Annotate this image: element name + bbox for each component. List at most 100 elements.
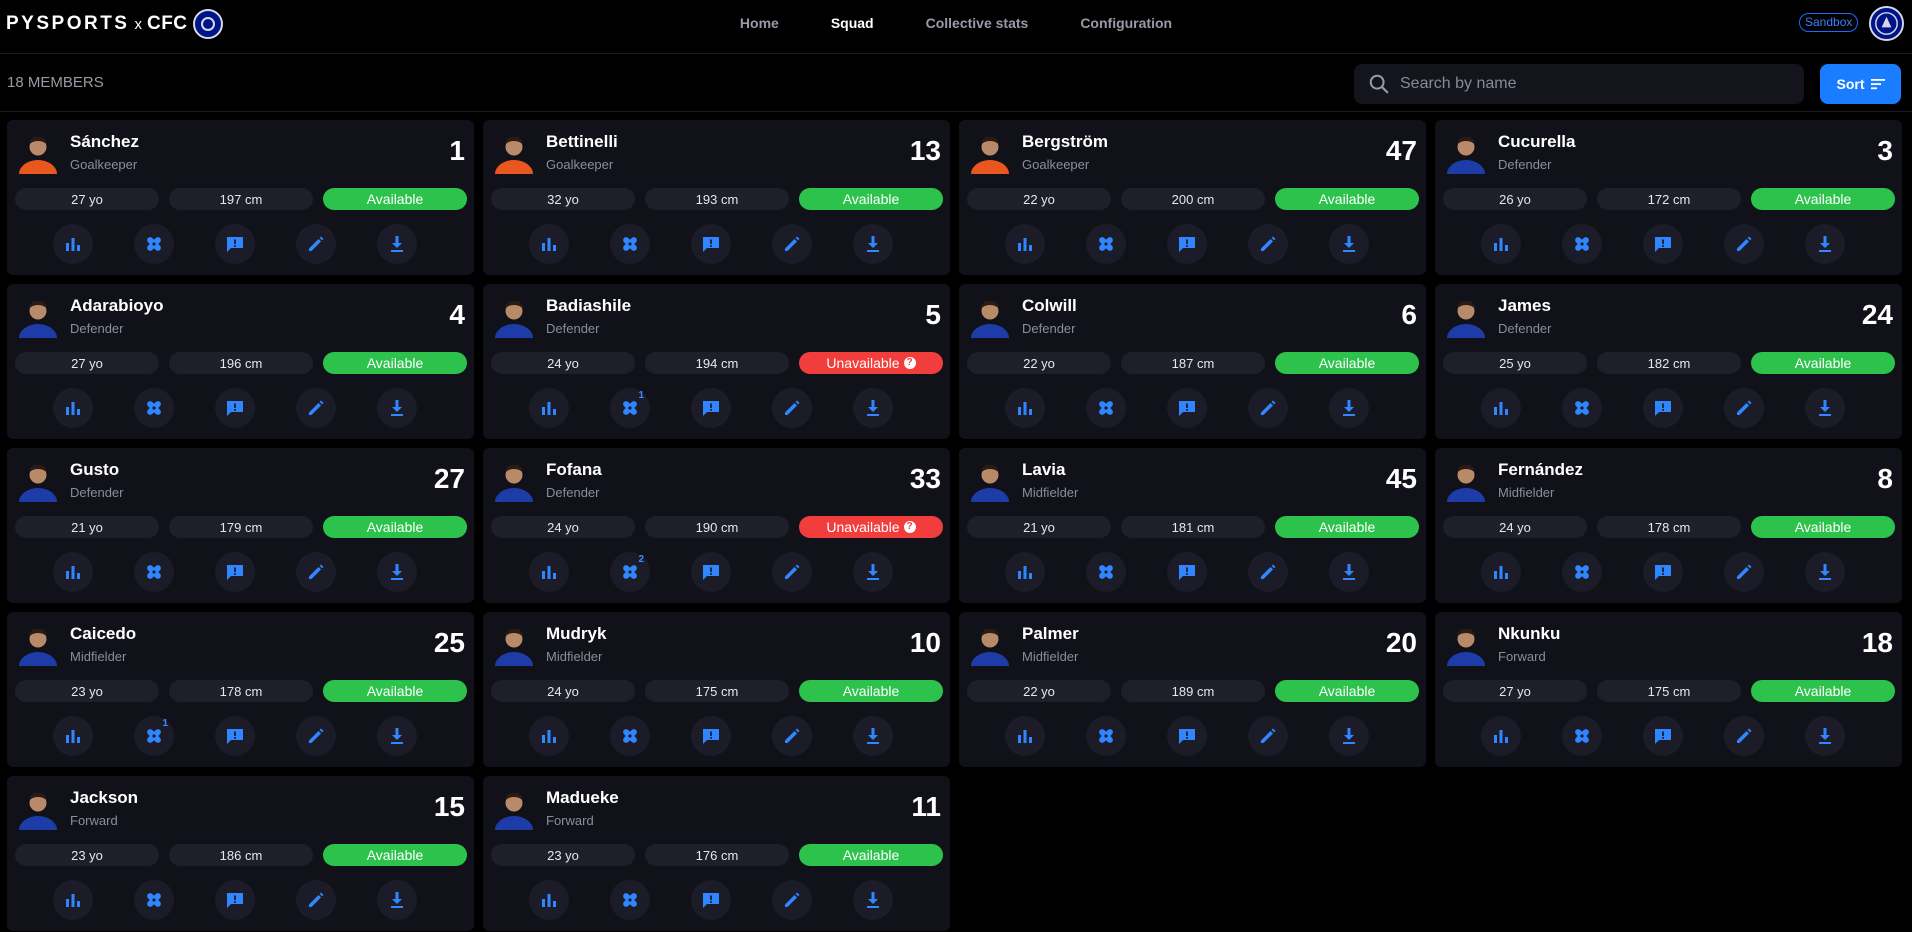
stats-button[interactable] [53, 224, 93, 264]
search-input[interactable] [1400, 64, 1790, 104]
feedback-button[interactable] [691, 388, 731, 428]
edit-button[interactable] [296, 224, 336, 264]
availability-badge[interactable]: Available [1275, 352, 1419, 374]
edit-button[interactable] [772, 388, 812, 428]
edit-button[interactable] [1248, 716, 1288, 756]
stats-button[interactable] [1481, 224, 1521, 264]
download-button[interactable] [1329, 388, 1369, 428]
availability-badge[interactable]: Available [799, 844, 943, 866]
availability-badge[interactable]: Available [1275, 188, 1419, 210]
edit-button[interactable] [296, 716, 336, 756]
player-card[interactable]: Gusto Defender 27 21 yo 179 cm Available [7, 448, 474, 603]
edit-button[interactable] [772, 716, 812, 756]
availability-badge[interactable]: Available [1275, 680, 1419, 702]
injuries-button[interactable] [1562, 224, 1602, 264]
download-button[interactable] [853, 552, 893, 592]
download-button[interactable] [853, 880, 893, 920]
stats-button[interactable] [1005, 552, 1045, 592]
download-button[interactable] [377, 224, 417, 264]
stats-button[interactable] [529, 880, 569, 920]
nav-home[interactable]: Home [740, 15, 779, 31]
edit-button[interactable] [1248, 224, 1288, 264]
injuries-button[interactable] [1086, 552, 1126, 592]
player-card[interactable]: James Defender 24 25 yo 182 cm Available [1435, 284, 1902, 439]
feedback-button[interactable] [691, 552, 731, 592]
stats-button[interactable] [53, 716, 93, 756]
injuries-button[interactable]: 2 [610, 552, 650, 592]
availability-badge[interactable]: Unavailable? [799, 516, 943, 538]
player-card[interactable]: Adarabioyo Defender 4 27 yo 196 cm Avail… [7, 284, 474, 439]
feedback-button[interactable] [215, 224, 255, 264]
feedback-button[interactable] [1167, 552, 1207, 592]
player-card[interactable]: Bettinelli Goalkeeper 13 32 yo 193 cm Av… [483, 120, 950, 275]
stats-button[interactable] [1005, 716, 1045, 756]
stats-button[interactable] [1481, 716, 1521, 756]
stats-button[interactable] [53, 388, 93, 428]
availability-badge[interactable]: Available [1275, 516, 1419, 538]
injuries-button[interactable]: 1 [610, 388, 650, 428]
player-card[interactable]: Fernández Midfielder 8 24 yo 178 cm Avai… [1435, 448, 1902, 603]
edit-button[interactable] [1724, 388, 1764, 428]
availability-badge[interactable]: Available [799, 188, 943, 210]
download-button[interactable] [1805, 224, 1845, 264]
injuries-button[interactable] [1562, 552, 1602, 592]
availability-badge[interactable]: Available [1751, 680, 1895, 702]
feedback-button[interactable] [215, 388, 255, 428]
feedback-button[interactable] [1167, 224, 1207, 264]
edit-button[interactable] [296, 552, 336, 592]
feedback-button[interactable] [1643, 552, 1683, 592]
nav-configuration[interactable]: Configuration [1080, 15, 1172, 31]
availability-badge[interactable]: Available [1751, 188, 1895, 210]
injuries-button[interactable] [1086, 388, 1126, 428]
download-button[interactable] [377, 552, 417, 592]
edit-button[interactable] [1248, 552, 1288, 592]
stats-button[interactable] [1005, 224, 1045, 264]
download-button[interactable] [1329, 552, 1369, 592]
download-button[interactable] [377, 880, 417, 920]
player-card[interactable]: Cucurella Defender 3 26 yo 172 cm Availa… [1435, 120, 1902, 275]
brand-logo[interactable]: PYSPORTS x CFC [6, 9, 223, 39]
stats-button[interactable] [529, 388, 569, 428]
nav-squad[interactable]: Squad [831, 15, 874, 31]
edit-button[interactable] [1248, 388, 1288, 428]
feedback-button[interactable] [215, 880, 255, 920]
stats-button[interactable] [53, 552, 93, 592]
edit-button[interactable] [296, 388, 336, 428]
player-card[interactable]: Bergström Goalkeeper 47 22 yo 200 cm Ava… [959, 120, 1426, 275]
injuries-button[interactable] [134, 388, 174, 428]
injuries-button[interactable] [610, 716, 650, 756]
player-card[interactable]: Fofana Defender 33 24 yo 190 cm Unavaila… [483, 448, 950, 603]
download-button[interactable] [1805, 552, 1845, 592]
club-crest-icon[interactable] [1869, 6, 1904, 41]
injuries-button[interactable] [610, 224, 650, 264]
stats-button[interactable] [529, 224, 569, 264]
feedback-button[interactable] [1643, 716, 1683, 756]
help-icon[interactable]: ? [903, 357, 916, 369]
edit-button[interactable] [296, 880, 336, 920]
availability-badge[interactable]: Available [323, 680, 467, 702]
download-button[interactable] [853, 388, 893, 428]
download-button[interactable] [853, 224, 893, 264]
availability-badge[interactable]: Available [1751, 516, 1895, 538]
download-button[interactable] [377, 716, 417, 756]
sort-button[interactable]: Sort [1820, 64, 1901, 104]
injuries-button[interactable] [134, 880, 174, 920]
stats-button[interactable] [53, 880, 93, 920]
player-card[interactable]: Jackson Forward 15 23 yo 186 cm Availabl… [7, 776, 474, 931]
feedback-button[interactable] [215, 552, 255, 592]
availability-badge[interactable]: Available [323, 188, 467, 210]
injuries-button[interactable] [134, 224, 174, 264]
download-button[interactable] [1329, 716, 1369, 756]
injuries-button[interactable] [1086, 224, 1126, 264]
availability-badge[interactable]: Available [323, 516, 467, 538]
injuries-button[interactable] [1086, 716, 1126, 756]
injuries-button[interactable] [1562, 388, 1602, 428]
availability-badge[interactable]: Available [799, 680, 943, 702]
download-button[interactable] [1329, 224, 1369, 264]
download-button[interactable] [377, 388, 417, 428]
nav-collective-stats[interactable]: Collective stats [926, 15, 1029, 31]
availability-badge[interactable]: Available [1751, 352, 1895, 374]
player-card[interactable]: Madueke Forward 11 23 yo 176 cm Availabl… [483, 776, 950, 931]
feedback-button[interactable] [1643, 388, 1683, 428]
edit-button[interactable] [772, 224, 812, 264]
